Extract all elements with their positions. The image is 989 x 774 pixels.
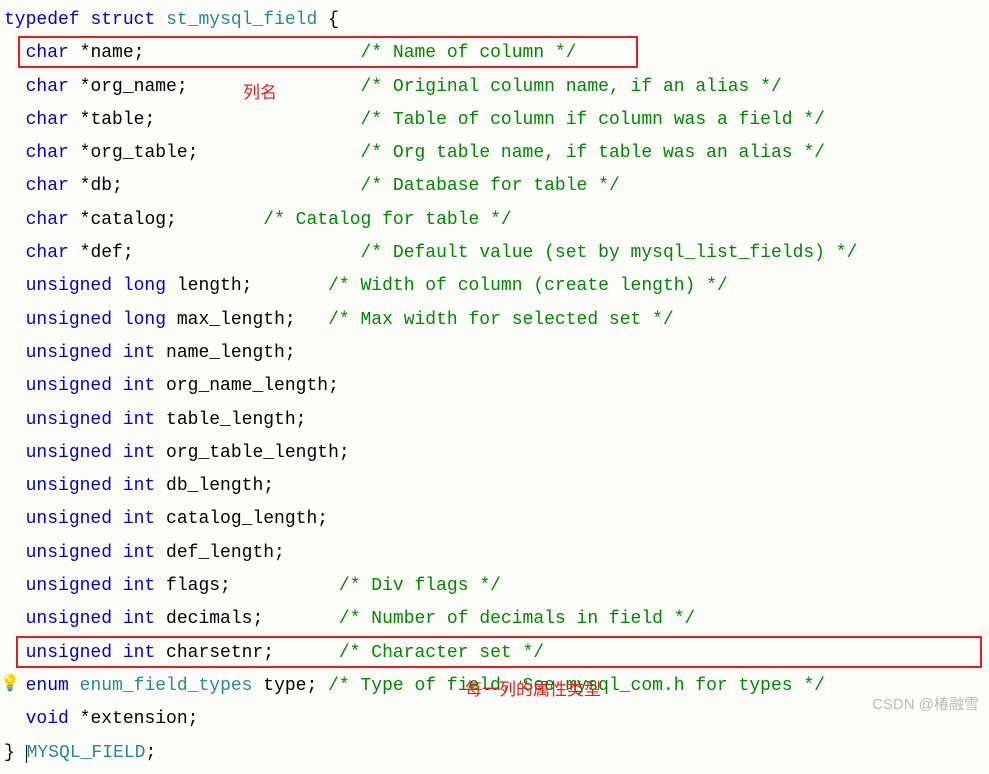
kw-uint: unsigned int bbox=[26, 609, 156, 629]
semicolon: ; bbox=[145, 743, 156, 763]
kw-char: char bbox=[26, 77, 69, 97]
comment: /* Org table name, if table was an alias… bbox=[361, 143, 825, 163]
field-orgtable: *org_table; bbox=[80, 143, 199, 163]
field-db: *db; bbox=[80, 176, 123, 196]
field-orgname: *org_name; bbox=[80, 77, 188, 97]
kw-char: char bbox=[26, 210, 69, 230]
brace-close: } bbox=[4, 743, 26, 763]
field-type: type; bbox=[252, 676, 317, 696]
annotation-column-name: 列名 bbox=[243, 77, 277, 108]
code-block: typedef struct st_mysql_field { char *na… bbox=[0, 0, 989, 774]
comment: /* Default value (set by mysql_list_fiel… bbox=[361, 243, 858, 263]
field-charsetnr: charsetnr; bbox=[155, 643, 274, 663]
field-def: *def; bbox=[80, 243, 134, 263]
kw-uint: unsigned int bbox=[26, 509, 156, 529]
kw-ulong: unsigned long bbox=[26, 276, 166, 296]
field-name: *name; bbox=[80, 43, 145, 63]
kw-uint: unsigned int bbox=[26, 643, 156, 663]
kw-ulong: unsigned long bbox=[26, 310, 166, 330]
field-table: *table; bbox=[80, 110, 156, 130]
watermark: CSDN @椿融雪 bbox=[872, 691, 979, 719]
comment: /* Name of column */ bbox=[361, 43, 577, 63]
kw-uint: unsigned int bbox=[26, 543, 156, 563]
kw-uint: unsigned int bbox=[26, 376, 156, 396]
kw-uint: unsigned int bbox=[26, 443, 156, 463]
kw-char: char bbox=[26, 143, 69, 163]
kw-struct: struct bbox=[90, 10, 155, 30]
type-name: st_mysql_field bbox=[166, 10, 317, 30]
kw-void: void bbox=[26, 709, 69, 729]
field-flags: flags; bbox=[155, 576, 231, 596]
comment: /* Number of decimals in field */ bbox=[339, 609, 695, 629]
field-decimals: decimals; bbox=[155, 609, 263, 629]
brace-open: { bbox=[317, 10, 339, 30]
field-deflength: def_length; bbox=[155, 543, 285, 563]
field-cataloglength: catalog_length; bbox=[155, 509, 328, 529]
kw-char: char bbox=[26, 243, 69, 263]
kw-char: char bbox=[26, 176, 69, 196]
field-orgtablelength: org_table_length; bbox=[155, 443, 349, 463]
comment: /* Table of column if column was a field… bbox=[361, 110, 825, 130]
kw-uint: unsigned int bbox=[26, 343, 156, 363]
kw-char: char bbox=[26, 110, 69, 130]
annotation-field-type: 每一列的属性类型 bbox=[465, 674, 601, 705]
comment: /* Max width for selected set */ bbox=[328, 310, 674, 330]
kw-uint: unsigned int bbox=[26, 476, 156, 496]
typedef-name: MYSQL_FIELD bbox=[27, 743, 146, 763]
kw-enum: enum bbox=[26, 676, 69, 696]
field-tablelength: table_length; bbox=[155, 410, 306, 430]
comment: /* Database for table */ bbox=[361, 176, 620, 196]
kw-typedef: typedef bbox=[4, 10, 80, 30]
field-maxlength: max_length; bbox=[166, 310, 296, 330]
kw-uint: unsigned int bbox=[26, 410, 156, 430]
kw-char: char bbox=[26, 43, 69, 63]
comment: /* Div flags */ bbox=[339, 576, 501, 596]
comment: /* Catalog for table */ bbox=[263, 210, 511, 230]
lightbulb-icon: 💡 bbox=[0, 670, 20, 700]
field-orgnamelength: org_name_length; bbox=[155, 376, 339, 396]
comment: /* Character set */ bbox=[339, 643, 544, 663]
comment: /* Width of column (create length) */ bbox=[328, 276, 728, 296]
field-namelength: name_length; bbox=[155, 343, 295, 363]
enum-type: enum_field_types bbox=[80, 676, 253, 696]
field-dblength: db_length; bbox=[155, 476, 274, 496]
field-extension: *extension; bbox=[80, 709, 199, 729]
kw-uint: unsigned int bbox=[26, 576, 156, 596]
comment: /* Original column name, if an alias */ bbox=[361, 77, 782, 97]
field-length: length; bbox=[166, 276, 252, 296]
field-catalog: *catalog; bbox=[80, 210, 177, 230]
